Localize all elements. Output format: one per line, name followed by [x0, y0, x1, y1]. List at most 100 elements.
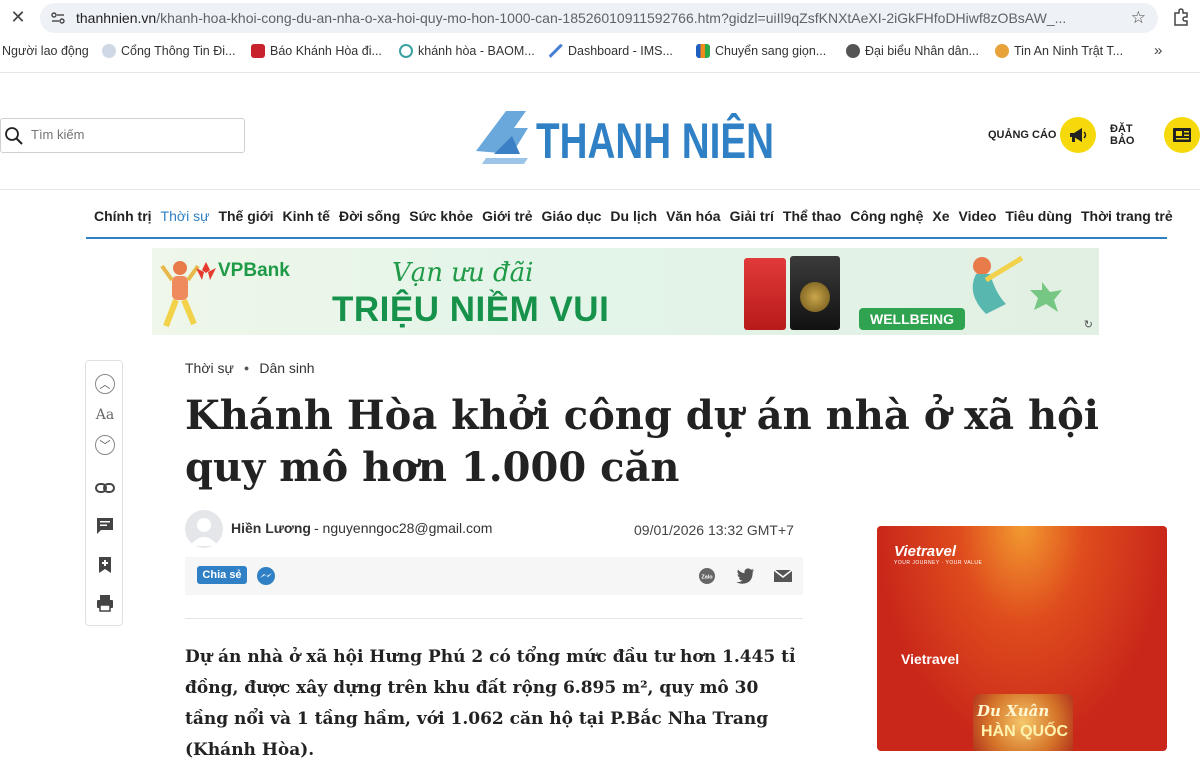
ads-link[interactable]: QUẢNG CÁO — [988, 117, 1097, 153]
comment-icon — [97, 518, 113, 534]
font-increase-button[interactable]: ︿ — [95, 374, 115, 394]
bookmark-item[interactable]: khánh hòa - BAOM... — [399, 44, 535, 58]
portal-icon — [102, 44, 116, 58]
url-host: thanhnien.vn — [76, 10, 157, 26]
address-bar[interactable]: thanhnien.vn/khanh-hoa-khoi-cong-du-an-n… — [40, 3, 1158, 33]
svg-text:Zalo: Zalo — [701, 575, 713, 581]
bookmark-add-icon — [99, 557, 111, 573]
nav-item-giai-tri[interactable]: Giải trí — [730, 208, 774, 224]
nav-item-the-thao[interactable]: Thể thao — [783, 208, 841, 224]
bookmark-item[interactable]: Báo Khánh Hòa đi... — [251, 44, 382, 58]
browser-toolbar: ✕ thanhnien.vn/khanh-hoa-khoi-cong-du-an… — [0, 0, 1200, 36]
copy-link-button[interactable] — [95, 478, 115, 498]
breadcrumb-item-thoi-su[interactable]: Thời sự — [185, 360, 234, 376]
search-icon[interactable] — [4, 126, 24, 146]
nav-item-giao-duc[interactable]: Giáo dục — [542, 208, 602, 224]
promo-title-1: Du Xuân — [977, 702, 1050, 720]
print-button[interactable] — [95, 593, 115, 613]
search-box[interactable] — [0, 118, 245, 153]
nav-item-chinh-tri[interactable]: Chính trị — [94, 208, 152, 224]
ads-label: QUẢNG CÁO — [988, 129, 1057, 141]
publish-date: 09/01/2026 13:32 GMT+7 — [634, 522, 794, 538]
breadcrumb: Thời sự ● Dân sinh — [185, 360, 315, 376]
promo-title-2: HÀN QUỐC — [981, 723, 1069, 740]
ad-label: Vietravel — [901, 651, 960, 667]
nav-item-suc-khoe[interactable]: Sức khỏe — [409, 208, 473, 224]
twitter-icon[interactable] — [735, 566, 755, 586]
subscribe-label: ĐẶT BÁO — [1110, 123, 1135, 147]
thanhnien-logo[interactable]: THANH NIÊN — [476, 106, 776, 166]
url-path: /khanh-hoa-khoi-cong-du-an-nha-o-xa-hoi-… — [156, 10, 1067, 26]
vietravel-slogan: YOUR JOURNEY · YOUR VALUE — [894, 560, 983, 566]
search-input[interactable] — [31, 127, 231, 142]
divider — [0, 72, 1200, 73]
printer-icon — [97, 595, 113, 612]
subscribe-link[interactable]: ĐẶT BÁO — [1110, 117, 1200, 153]
bookmark-item[interactable]: Dashboard - IMS... — [549, 44, 673, 58]
newspaper-icon — [1164, 117, 1200, 153]
nav-item-van-hoa[interactable]: Văn hóa — [666, 208, 720, 224]
nav-item-tieu-dung[interactable]: Tiêu dùng — [1005, 208, 1072, 224]
logo-text: THANH NIÊN — [536, 113, 774, 166]
share-bar: Chia sẻ Zalo — [185, 557, 803, 595]
link-icon — [95, 483, 115, 493]
nav-item-thoi-trang-tre[interactable]: Thời trang trẻ — [1081, 208, 1173, 224]
vpbank-brand: VPBank — [218, 260, 290, 281]
vietravel-side-ad[interactable]: Vietravel YOUR JOURNEY · YOUR VALUE Viet… — [877, 526, 1167, 751]
nav-item-thoi-su[interactable]: Thời sự — [161, 208, 210, 224]
author-email: - nguyenngoc28@gmail.com — [314, 520, 493, 536]
url-text[interactable]: thanhnien.vn/khanh-hoa-khoi-cong-du-an-n… — [76, 10, 1116, 26]
user-avatar-icon — [190, 518, 218, 546]
messenger-icon[interactable] — [256, 566, 276, 586]
nav-item-video[interactable]: Video — [959, 208, 997, 224]
site-settings-icon[interactable] — [50, 10, 66, 26]
bookmark-item[interactable]: Đại biểu Nhân dân... — [846, 44, 979, 58]
nav-item-du-lich[interactable]: Du lịch — [610, 208, 657, 224]
bookmark-label: Chuyển sang giọn... — [715, 44, 827, 58]
bookmark-button[interactable] — [95, 555, 115, 575]
bookmark-label: Cổng Thông Tin Đi... — [121, 44, 236, 58]
breadcrumb-item-dan-sinh[interactable]: Dân sinh — [259, 360, 314, 376]
bookmark-item[interactable]: Chuyển sang giọn... — [696, 44, 826, 58]
bookmark-label: Người lao động — [2, 44, 89, 58]
bookmark-label: Đại biểu Nhân dân... — [865, 44, 979, 58]
credit-card-black — [790, 256, 840, 330]
nav-item-gioi-tre[interactable]: Giới trẻ — [482, 208, 532, 224]
font-decrease-button[interactable]: ﹀ — [95, 435, 115, 455]
divider — [185, 618, 803, 619]
police-badge-icon — [995, 44, 1009, 58]
nav-item-the-gioi[interactable]: Thế giới — [218, 208, 273, 224]
bookmark-item[interactable]: Cổng Thông Tin Đi... — [102, 44, 235, 58]
jumping-person-illustration — [972, 255, 1062, 314]
share-button[interactable]: Chia sẻ — [197, 566, 247, 584]
nav-item-cong-nghe[interactable]: Công nghệ — [850, 208, 923, 224]
email-icon[interactable] — [773, 566, 793, 586]
bookmark-label: Tin An Ninh Trật T... — [1014, 44, 1124, 58]
nav-item-doi-song[interactable]: Đời sống — [339, 208, 400, 224]
bookmarks-bar: Người lao động Cổng Thông Tin Đi... Báo … — [0, 38, 1200, 68]
vpbank-banner-ad[interactable]: VPBank Vạn ưu đãi TRIỆU NIỀM VUI WELLBEI… — [152, 248, 1099, 335]
extensions-icon[interactable] — [1172, 7, 1192, 27]
article-title: Khánh Hòa khởi công dự án nhà ở xã hội q… — [185, 392, 1099, 491]
nav-item-xe[interactable]: Xe — [932, 208, 949, 224]
author-avatar[interactable] — [185, 510, 223, 548]
zalo-icon[interactable]: Zalo — [697, 566, 717, 586]
ad-refresh-icon[interactable]: ↻ — [1084, 318, 1093, 331]
bookmarks-overflow-button[interactable]: » — [1154, 42, 1162, 59]
comment-button[interactable] — [95, 516, 115, 536]
bookmark-label: Dashboard - IMS... — [568, 44, 673, 58]
banner-tagline-1: Vạn ưu đãi — [392, 258, 534, 288]
bookmark-item[interactable]: Người lao động — [2, 44, 89, 58]
bookmark-star-icon[interactable]: ☆ — [1131, 8, 1146, 28]
fpt-logo-icon — [696, 44, 710, 58]
close-icon[interactable]: ✕ — [8, 7, 28, 27]
bookmark-item[interactable]: Tin An Ninh Trật T... — [995, 44, 1123, 58]
font-size-label: Aa — [95, 407, 115, 423]
article-toolbar: ︿ Aa ﹀ — [85, 360, 123, 626]
megaphone-icon — [1060, 117, 1097, 153]
author-name[interactable]: Hiền Lương — [231, 520, 311, 536]
chart-line-icon — [549, 44, 563, 58]
nav-item-kinh-te[interactable]: Kinh tế — [283, 208, 330, 224]
credit-card-red — [744, 258, 786, 330]
bookmark-label: khánh hòa - BAOM... — [418, 44, 535, 58]
